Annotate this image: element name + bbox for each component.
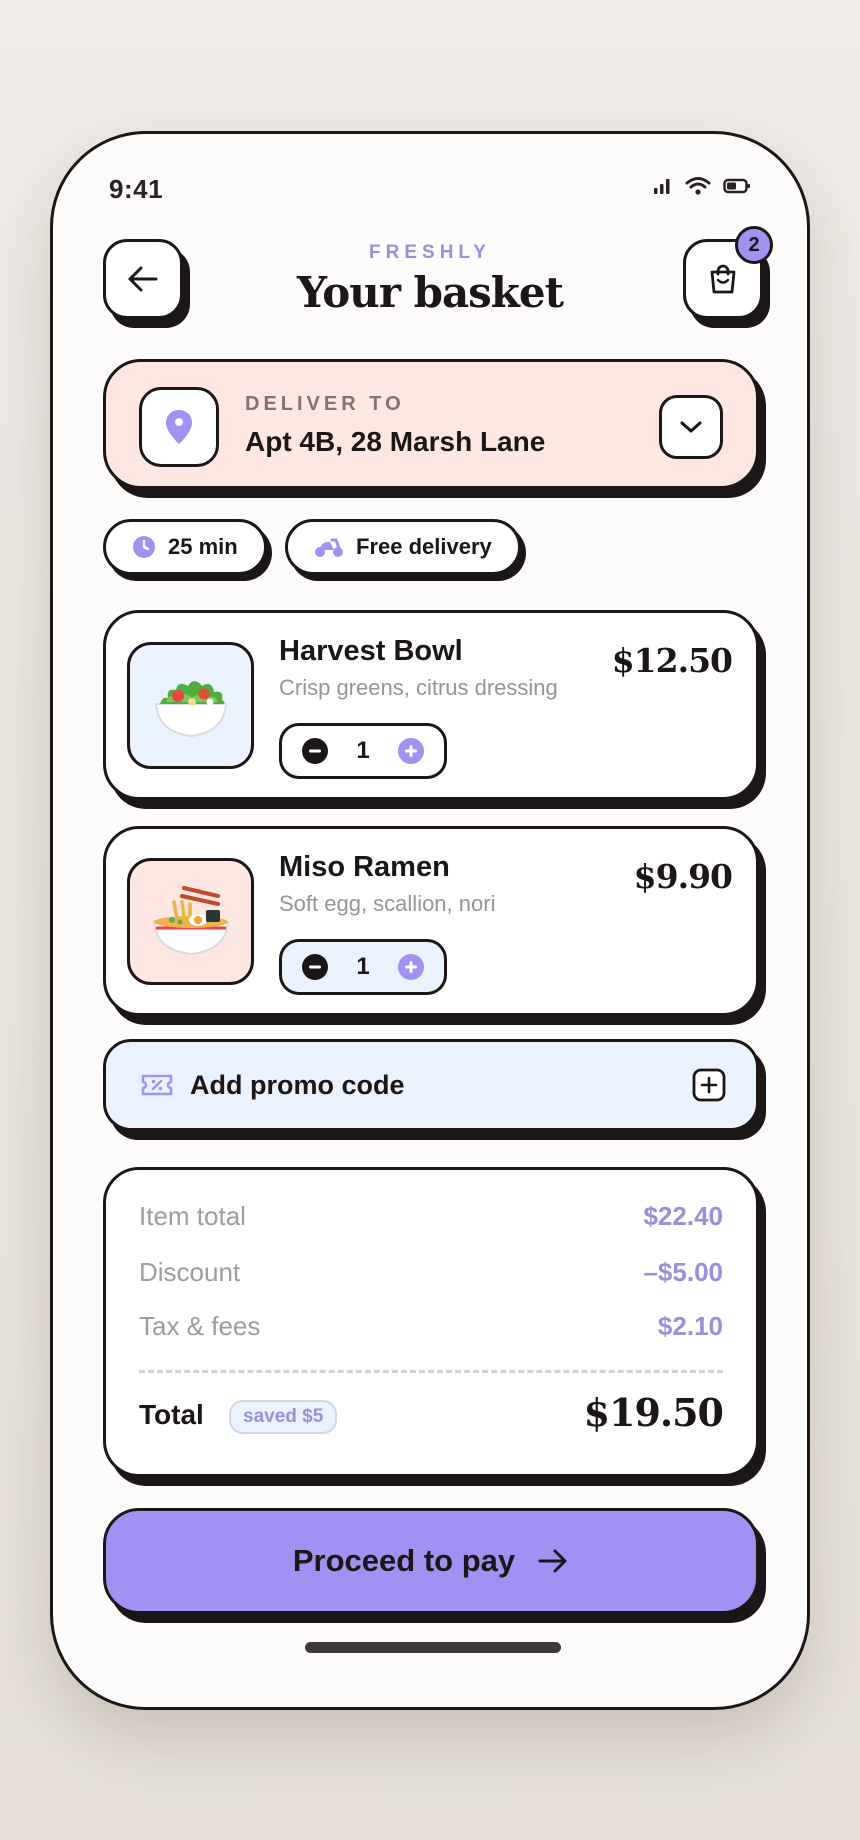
- quantity-value: 1: [356, 953, 370, 980]
- increase-button[interactable]: [397, 738, 424, 764]
- coupon-icon: [141, 1074, 173, 1096]
- decrease-button[interactable]: [302, 738, 328, 764]
- minus-icon: [309, 965, 321, 969]
- free-delivery-label: Free delivery: [356, 534, 492, 559]
- quantity-stepper: 1: [279, 723, 447, 779]
- summary-row-discount: Discount –$5.00: [139, 1257, 723, 1288]
- summary-row-tax-fees: Tax & fees $2.10: [139, 1311, 723, 1342]
- decrease-button[interactable]: [302, 954, 328, 980]
- shopping-bag-icon: [710, 264, 736, 294]
- item-description: Soft egg, scallion, nori: [279, 891, 496, 916]
- ramen-icon: [152, 885, 229, 955]
- delivery-address: Apt 4B, 28 Marsh Lane: [245, 426, 546, 457]
- summary-row-item-total: Item total $22.40: [139, 1201, 723, 1232]
- address-dropdown-button[interactable]: [659, 395, 723, 459]
- total-label: Total: [139, 1399, 204, 1430]
- item-price: $9.90: [633, 857, 733, 896]
- item-price: $12.50: [611, 641, 733, 680]
- dashed-divider: [139, 1370, 723, 1373]
- summary-value: $22.40: [643, 1201, 723, 1231]
- location-pin-icon: [166, 410, 192, 444]
- battery-icon: [723, 178, 750, 194]
- order-summary: Item total $22.40 Discount –$5.00 Tax & …: [103, 1167, 759, 1477]
- promo-code-label: Add promo code: [190, 1069, 405, 1100]
- salad-icon: [154, 680, 227, 737]
- location-pin-box: [139, 387, 219, 467]
- summary-value: –$5.00: [643, 1257, 723, 1287]
- item-description: Crisp greens, citrus dressing: [279, 675, 558, 700]
- summary-value: $2.10: [657, 1311, 723, 1341]
- signal-icon: [654, 179, 670, 194]
- free-delivery-chip: Free delivery: [285, 519, 521, 575]
- basket-item: Harvest Bowl Crisp greens, citrus dressi…: [103, 610, 759, 800]
- phone-frame: 9:41 FRESHLY Your basket 2 DELIVER TO Ap…: [50, 131, 810, 1710]
- quantity-value: 1: [356, 737, 370, 764]
- basket-item: Miso Ramen Soft egg, scallion, nori $9.9…: [103, 826, 759, 1016]
- wifi-icon: [685, 177, 711, 195]
- item-name: Harvest Bowl: [279, 635, 463, 667]
- delivery-address-card[interactable]: DELIVER TO Apt 4B, 28 Marsh Lane: [103, 359, 759, 489]
- proceed-to-pay-button[interactable]: Proceed to pay: [103, 1508, 759, 1614]
- clock-icon: [133, 536, 155, 558]
- item-name: Miso Ramen: [279, 851, 450, 883]
- status-time: 9:41: [109, 174, 164, 204]
- cart-count-badge: 2: [735, 226, 773, 264]
- item-thumbnail: [127, 642, 254, 769]
- summary-label: Tax & fees: [139, 1311, 261, 1341]
- arrow-right-icon: [538, 1549, 567, 1573]
- plus-icon: [404, 745, 417, 757]
- summary-label: Item total: [139, 1201, 246, 1231]
- item-thumbnail: [127, 858, 254, 985]
- scooter-icon: [315, 538, 343, 557]
- proceed-to-pay-label: Proceed to pay: [292, 1543, 516, 1578]
- quantity-stepper: 1: [279, 939, 447, 995]
- home-indicator[interactable]: [305, 1642, 561, 1653]
- increase-button[interactable]: [397, 954, 424, 980]
- total-value: $19.50: [583, 1390, 724, 1435]
- plus-icon: [404, 961, 417, 973]
- minus-icon: [309, 749, 321, 753]
- chevron-down-icon: [680, 421, 702, 433]
- eta-chip: 25 min: [103, 519, 267, 575]
- promo-code-button[interactable]: Add promo code: [103, 1039, 759, 1131]
- eta-label: 25 min: [168, 534, 238, 559]
- status-icons: [653, 176, 751, 196]
- summary-label: Discount: [139, 1257, 241, 1287]
- deliver-to-label: DELIVER TO: [245, 393, 405, 415]
- savings-badge: saved $5: [229, 1400, 338, 1434]
- add-square-icon: [692, 1068, 726, 1102]
